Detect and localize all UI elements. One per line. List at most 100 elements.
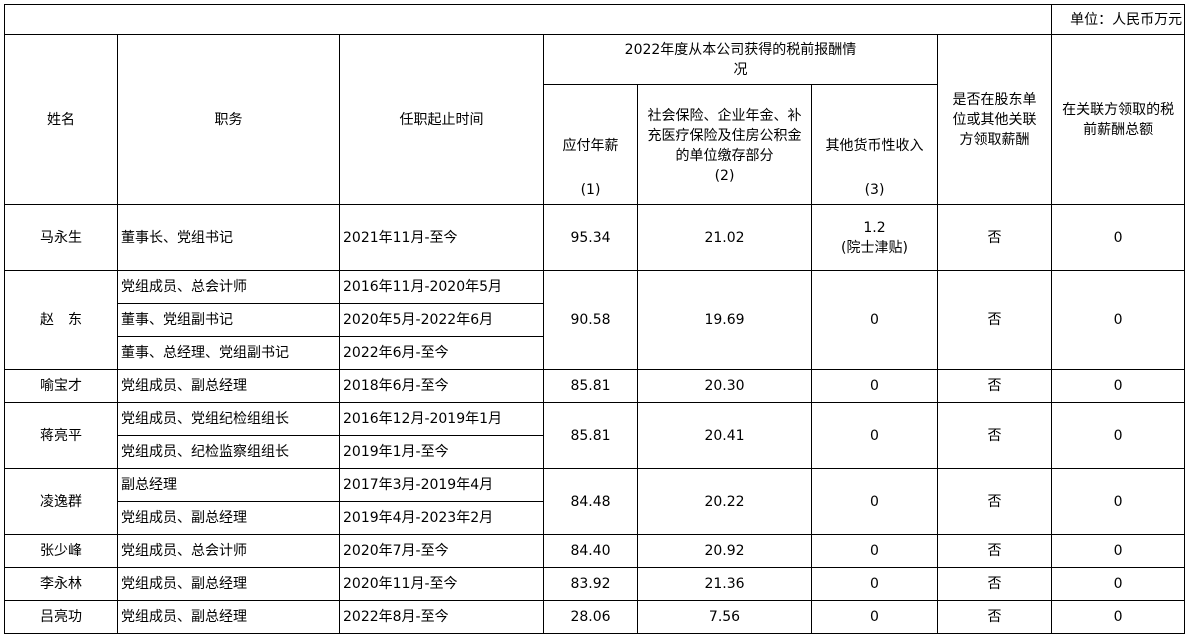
table-row: 张少峰 党组成员、总会计师 2020年7月-至今 84.40 20.92 0 否 0	[4, 534, 1186, 568]
position-cell: 党组成员、副总经理	[117, 600, 340, 634]
other-income-value: 1.2	[863, 219, 886, 236]
header-salary-cell: 应付年薪 (1)	[543, 84, 638, 205]
header-related-total: 在关联方领取的税前薪酬总额	[1051, 34, 1186, 205]
table-row: 喻宝才 党组成员、副总经理 2018年6月-至今 85.81 20.30 0 否 0	[4, 369, 1186, 403]
unit-label: 单位：人民币万元	[1051, 4, 1186, 35]
related-flag-cell: 否	[936, 600, 1053, 634]
salary-cell: 83.92	[543, 567, 638, 601]
other-income-value: 0	[870, 312, 879, 328]
header-salary-no: (1)	[580, 181, 601, 198]
table-row: 凌逸群 副总经理 2017年3月-2019年4月 84.48 20.22 0 否 0	[4, 468, 1186, 535]
header-other-no: (3)	[864, 181, 885, 198]
tenure-cell: 2020年7月-至今	[339, 534, 544, 568]
person-name: 赵 东	[4, 270, 118, 370]
tenure-cell: 2022年8月-至今	[339, 600, 544, 634]
related-total-cell: 0	[1051, 600, 1186, 634]
other-income-value: 0	[870, 609, 879, 625]
table-row: 蒋亮平 党组成员、党组纪检组组长 2016年12月-2019年1月 85.81 20.4…	[4, 402, 1186, 469]
header-insurance-no: (2)	[714, 167, 735, 184]
salary-cell: 84.48	[543, 468, 638, 535]
person-name: 吕亮功	[4, 600, 118, 634]
other-income-cell: 0	[811, 402, 938, 469]
tenure-cell: 2017年3月-2019年4月	[339, 468, 544, 502]
tenure-cell: 2016年12月-2019年1月	[339, 402, 544, 436]
related-flag-cell: 否	[936, 369, 1053, 403]
other-income-value: 0	[870, 493, 879, 510]
person-name: 马永生	[4, 204, 118, 271]
table-row: 吕亮功 党组成员、副总经理 2022年8月-至今 28.06 7.56 0 否 0	[4, 600, 1186, 634]
other-income-cell: 0	[811, 270, 938, 370]
related-flag-cell: 否	[936, 204, 1053, 271]
position-cell: 党组成员、总会计师	[117, 270, 340, 304]
person-name: 李永林	[4, 567, 118, 601]
tenure-cell: 2019年1月-至今	[339, 435, 544, 469]
other-income-cell: 0	[811, 468, 938, 535]
other-income-value: 0	[870, 427, 879, 444]
person-name: 凌逸群	[4, 468, 118, 535]
tenure-cell: 2020年11月-至今	[339, 567, 544, 601]
position-cell: 董事、党组副书记	[117, 303, 340, 337]
related-total-cell: 0	[1051, 567, 1186, 601]
insurance-cell: 20.92	[637, 534, 812, 568]
header-salary: 应付年薪	[562, 137, 619, 154]
related-flag-cell: 否	[936, 402, 1053, 469]
header-other-cell: 其他货币性收入 (3)	[811, 84, 938, 205]
salary-cell: 95.34	[543, 204, 638, 271]
tenure-cell: 2019年4月-2023年2月	[339, 501, 544, 535]
salary-cell: 85.81	[543, 369, 638, 403]
salary-cell: 28.06	[543, 600, 638, 634]
header-insurance: 社会保险、企业年金、补充医疗保险及住房公积金的单位缴存部分	[647, 107, 802, 164]
unit-row: 单位：人民币万元	[3, 4, 1186, 35]
insurance-cell: 20.22	[637, 468, 812, 535]
header-name: 姓名	[4, 34, 118, 205]
header-position: 职务	[117, 34, 340, 205]
tenure-cell: 2021年11月-至今	[339, 204, 544, 271]
person-name: 喻宝才	[4, 369, 118, 403]
insurance-cell: 21.02	[637, 204, 812, 271]
header-related-flag: 是否在股东单位或其他关联方领取薪酬	[936, 34, 1053, 205]
other-income-cell: 0	[811, 534, 938, 568]
compensation-table: 单位：人民币万元 姓名 职务 任职起止时间 2022年度从本公司获得的税前报酬情…	[3, 4, 1186, 634]
position-cell: 党组成员、副总经理	[117, 369, 340, 403]
other-income-value: 0	[870, 543, 879, 559]
related-total-cell: 0	[1051, 270, 1186, 370]
insurance-cell: 7.56	[637, 600, 812, 634]
position-cell: 党组成员、总会计师	[117, 534, 340, 568]
tenure-cell: 2020年5月-2022年6月	[339, 303, 544, 337]
position-cell: 董事长、党组书记	[117, 204, 340, 271]
other-income-value: 0	[870, 378, 879, 394]
position-cell: 副总经理	[117, 468, 340, 502]
table-row: 马永生 董事长、党组书记 2021年11月-至今 95.34 21.02 1.2 (院士津贴…	[4, 204, 1186, 271]
position-cell: 党组成员、纪检监察组组长	[117, 435, 340, 469]
unit-row-blank	[3, 4, 1053, 35]
tenure-cell: 2018年6月-至今	[339, 369, 544, 403]
other-income-note: (院士津贴)	[841, 239, 908, 256]
table-row: 李永林 党组成员、副总经理 2020年11月-至今 83.92 21.36 0 否 0	[4, 567, 1186, 601]
other-income-cell: 0	[811, 600, 938, 634]
related-flag-cell: 否	[936, 567, 1053, 601]
header-tenure: 任职起止时间	[339, 34, 544, 205]
related-total-cell: 0	[1051, 369, 1186, 403]
person-name: 蒋亮平	[4, 402, 118, 469]
related-total-cell: 0	[1051, 204, 1186, 271]
salary-cell: 85.81	[543, 402, 638, 469]
header-group: 2022年度从本公司获得的税前报酬情况	[543, 34, 938, 85]
other-income-value: 0	[870, 576, 879, 592]
related-flag-cell: 否	[936, 270, 1053, 370]
header-insurance-cell: 社会保险、企业年金、补充医疗保险及住房公积金的单位缴存部分 (2)	[637, 84, 812, 205]
insurance-cell: 20.30	[637, 369, 812, 403]
person-name: 张少峰	[4, 534, 118, 568]
tenure-cell: 2016年11月-2020年5月	[339, 270, 544, 304]
table-row: 赵 东党组成员、总会计师 2016年11月-2020年5月 90.58 19.69 0 否…	[4, 270, 1186, 370]
header-row-1: 姓名 职务 任职起止时间 2022年度从本公司获得的税前报酬情况 是否在股东单位…	[4, 34, 1186, 205]
other-income-cell: 1.2 (院士津贴)	[811, 204, 938, 271]
position-cell: 党组成员、副总经理	[117, 567, 340, 601]
position-cell: 党组成员、副总经理	[117, 501, 340, 535]
insurance-cell: 21.36	[637, 567, 812, 601]
tenure-cell: 2022年6月-至今	[339, 336, 544, 370]
insurance-cell: 20.41	[637, 402, 812, 469]
position-cell: 党组成员、党组纪检组组长	[117, 402, 340, 436]
related-flag-cell: 否	[936, 468, 1053, 535]
related-total-cell: 0	[1051, 468, 1186, 535]
header-other: 其他货币性收入	[825, 137, 924, 154]
